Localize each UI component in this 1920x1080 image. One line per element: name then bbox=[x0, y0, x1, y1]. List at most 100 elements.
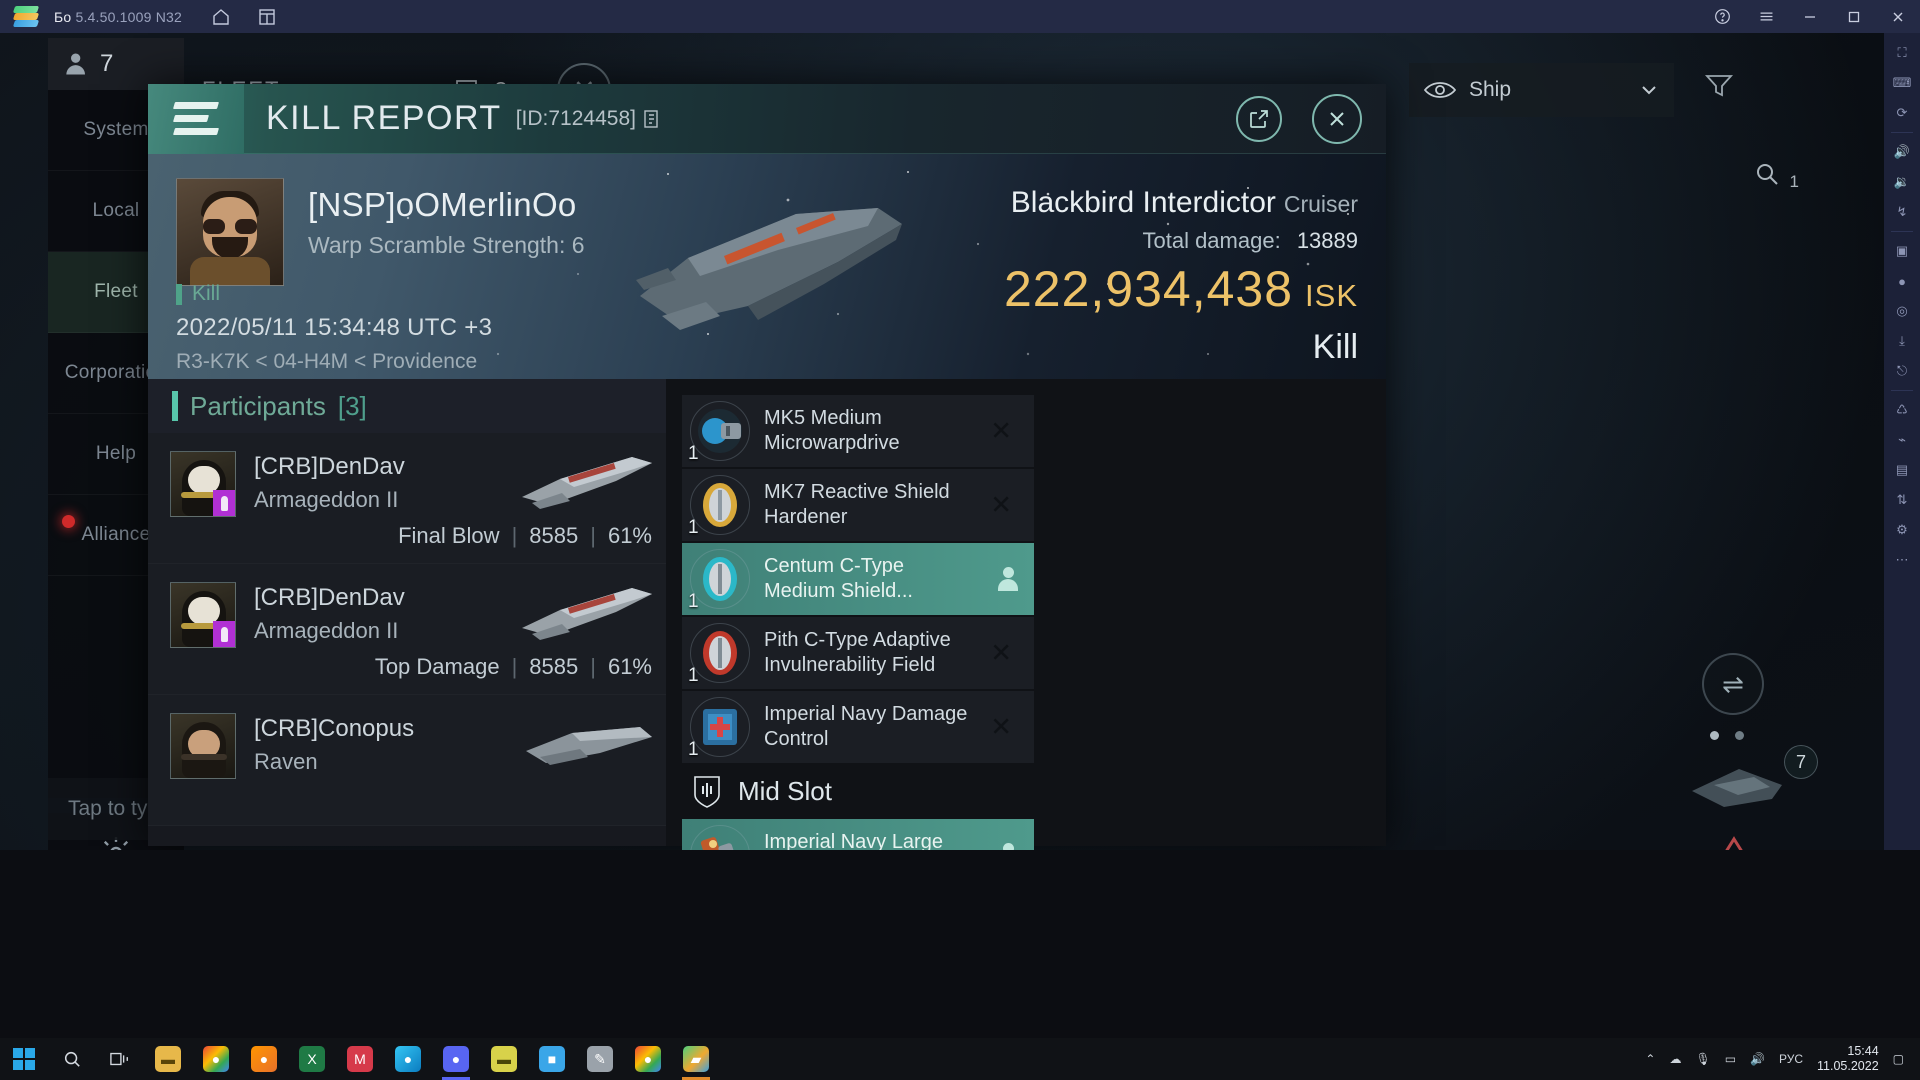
taskbar-app-file-explorer[interactable]: ▬ bbox=[144, 1038, 192, 1080]
taskbar-app-excel[interactable]: X bbox=[288, 1038, 336, 1080]
sync-icon[interactable]: ⇅ bbox=[1887, 486, 1917, 514]
table-row[interactable]: [CRB]DenDav Armageddon II Final Blow | 8… bbox=[148, 433, 666, 564]
volume-down-icon[interactable]: 🔉 bbox=[1887, 168, 1917, 196]
participant-ship: Armageddon II bbox=[254, 618, 399, 643]
module-remove-icon[interactable]: ✕ bbox=[990, 638, 1012, 669]
module-row[interactable]: 1 MK5 Medium Microwarpdrive ✕ bbox=[682, 395, 1034, 467]
clock[interactable]: 15:44 11.05.2022 bbox=[1817, 1044, 1879, 1074]
module-row[interactable]: 1 Imperial Navy Large Energy Neutralizer bbox=[682, 819, 1034, 850]
location-icon[interactable]: ◎ bbox=[1887, 297, 1917, 325]
module-owner-icon[interactable] bbox=[998, 843, 1018, 850]
microwarpdrive-icon bbox=[690, 401, 750, 461]
home-icon[interactable] bbox=[204, 0, 238, 33]
battery-icon[interactable]: ▭ bbox=[1725, 1052, 1736, 1066]
participant-name: [CRB]DenDav bbox=[254, 453, 405, 480]
victim-avatar[interactable] bbox=[176, 178, 284, 286]
microphone-icon[interactable]: 🎙 bbox=[1695, 1052, 1710, 1066]
fitting-scroll-area[interactable]: 1 MK5 Medium Microwarpdrive ✕ 1 MK7 Reac… bbox=[666, 379, 1386, 850]
taskbar-app-bluestacks[interactable]: ▰ bbox=[672, 1038, 720, 1080]
search-icon[interactable] bbox=[48, 1038, 96, 1080]
module-name: Imperial Navy Large Energy Neutralizer bbox=[764, 831, 943, 850]
keymapping-icon[interactable]: ⌨ bbox=[1887, 69, 1917, 97]
module-remove-icon[interactable]: ✕ bbox=[990, 416, 1012, 447]
screenshot-icon[interactable]: ▣ bbox=[1887, 237, 1917, 265]
hud-badge-count[interactable]: 7 bbox=[1784, 745, 1818, 779]
taskbar-app-edge[interactable]: ● bbox=[384, 1038, 432, 1080]
notifications-icon[interactable]: ▢ bbox=[1893, 1052, 1904, 1066]
mid-slot-shield-icon bbox=[694, 776, 720, 808]
cloud-icon[interactable]: ☁ bbox=[1669, 1052, 1681, 1066]
mid-slot-label: Mid Slot bbox=[738, 775, 832, 806]
multi-instance-icon[interactable] bbox=[250, 0, 284, 33]
module-row[interactable]: 1 Imperial Navy Damage Control ✕ bbox=[682, 691, 1034, 763]
hamburger-icon[interactable] bbox=[148, 83, 244, 154]
hud-badge-value: 7 bbox=[1795, 751, 1806, 772]
maximize-icon[interactable] bbox=[1832, 0, 1876, 33]
kill-report-header: KILL REPORT [ID:7124458] bbox=[148, 83, 1386, 154]
isk-value: 222,934,438 bbox=[1003, 261, 1294, 317]
record-icon[interactable]: ● bbox=[1887, 267, 1917, 295]
victim-name: [NSP]oOMerlinOo bbox=[308, 186, 577, 223]
fullscreen-icon[interactable]: ⛶ bbox=[1887, 39, 1917, 67]
kill-location: R3-K7K < 04-H4M < Providence bbox=[176, 350, 478, 373]
participant-ship: Armageddon II bbox=[254, 487, 399, 512]
module-owner-icon[interactable] bbox=[998, 567, 1018, 591]
participant-ship-render bbox=[522, 588, 652, 640]
taskbar-app-chrome-2[interactable]: ● bbox=[624, 1038, 672, 1080]
rotate-icon[interactable]: ⟳ bbox=[1887, 99, 1917, 127]
taskbar-app-paint[interactable]: ✎ bbox=[576, 1038, 624, 1080]
participant-role: Top Damage bbox=[374, 654, 500, 679]
taskbar-app-firefox[interactable]: ● bbox=[240, 1038, 288, 1080]
close-icon[interactable] bbox=[1312, 94, 1362, 144]
taskbar-app-mail[interactable]: M bbox=[336, 1038, 384, 1080]
multi-window-icon[interactable]: ▤ bbox=[1887, 456, 1917, 484]
table-row[interactable]: [CRB]Conopus Raven bbox=[148, 695, 666, 826]
module-remove-icon[interactable]: ✕ bbox=[990, 712, 1012, 743]
module-row[interactable]: 1 MK7 Reactive Shield Hardener ✕ bbox=[682, 469, 1034, 541]
share-external-icon[interactable] bbox=[1236, 96, 1282, 142]
module-row[interactable]: 1 Centum C-Type Medium Shield... bbox=[682, 543, 1034, 615]
hud-page-dots[interactable] bbox=[1710, 731, 1744, 740]
taskbar-app-chrome[interactable]: ● bbox=[192, 1038, 240, 1080]
module-name: MK5 Medium Microwarpdrive bbox=[764, 407, 900, 454]
shake-icon[interactable]: ↯ bbox=[1887, 198, 1917, 226]
window-title: Бо 5.4.50.1009 N32 bbox=[54, 8, 182, 25]
minimize-icon[interactable] bbox=[1788, 0, 1832, 33]
taskbar-app-discord[interactable]: ● bbox=[432, 1038, 480, 1080]
settings-icon[interactable]: ⚙ bbox=[1887, 516, 1917, 544]
language-indicator[interactable]: РУС bbox=[1779, 1052, 1803, 1066]
system-tray: ⌃ ☁ 🎙 ▭ 🔊 РУС 15:44 11.05.2022 ▢ bbox=[1645, 1038, 1920, 1080]
macro-icon[interactable]: ⎋ bbox=[1887, 357, 1917, 385]
windows-start-icon[interactable] bbox=[0, 1038, 48, 1080]
table-row[interactable]: [CRB]DenDav Armageddon II Top Damage | 8… bbox=[148, 564, 666, 695]
volume-icon[interactable]: 🔊 bbox=[1750, 1052, 1765, 1066]
windows-taskbar: ▬ ● ● X M ● ● ▬ ■ ✎ ● ▰ ⌃ ☁ 🎙 ▭ 🔊 РУС 15… bbox=[0, 1038, 1920, 1080]
taskbar-app-store[interactable]: ■ bbox=[528, 1038, 576, 1080]
taskbar-app-notepad[interactable]: ▬ bbox=[480, 1038, 528, 1080]
volume-up-icon[interactable]: 🔊 bbox=[1887, 138, 1917, 166]
module-remove-icon[interactable]: ✕ bbox=[990, 490, 1012, 521]
participant-name: [CRB]DenDav bbox=[254, 584, 405, 611]
task-view-icon[interactable] bbox=[96, 1038, 144, 1080]
bluestacks-titlebar: Бо 5.4.50.1009 N32 bbox=[0, 0, 1920, 33]
avatar bbox=[170, 713, 236, 779]
chevron-up-icon[interactable]: ⌃ bbox=[1645, 1052, 1655, 1066]
isk-unit: ISK bbox=[1305, 278, 1358, 313]
divider bbox=[1891, 231, 1913, 232]
more-options-icon[interactable]: ⋯ bbox=[1887, 546, 1917, 574]
swap-arrows-icon[interactable]: ⇌ bbox=[1702, 653, 1764, 715]
menu-icon[interactable] bbox=[1744, 0, 1788, 33]
close-icon[interactable] bbox=[1876, 0, 1920, 33]
help-icon[interactable] bbox=[1700, 0, 1744, 33]
module-row[interactable]: 1 Pith C-Type Adaptive Invulnerability F… bbox=[682, 617, 1034, 689]
install-apk-icon[interactable]: ⤓ bbox=[1887, 327, 1917, 355]
shield-booster-icon bbox=[690, 549, 750, 609]
search-icon[interactable]: 1 bbox=[1754, 161, 1799, 194]
eco-mode-icon[interactable]: ♺ bbox=[1887, 396, 1917, 424]
person-icon bbox=[66, 53, 85, 75]
mid-slot-header: Mid Slot bbox=[666, 763, 1386, 819]
crew-count-chip[interactable]: 7 bbox=[48, 38, 184, 90]
hud-cluster: ⇌ 7 bbox=[1624, 653, 1844, 850]
kill-report-id[interactable]: [ID:7124458] bbox=[516, 107, 662, 131]
script-icon[interactable]: ⌁ bbox=[1887, 426, 1917, 454]
